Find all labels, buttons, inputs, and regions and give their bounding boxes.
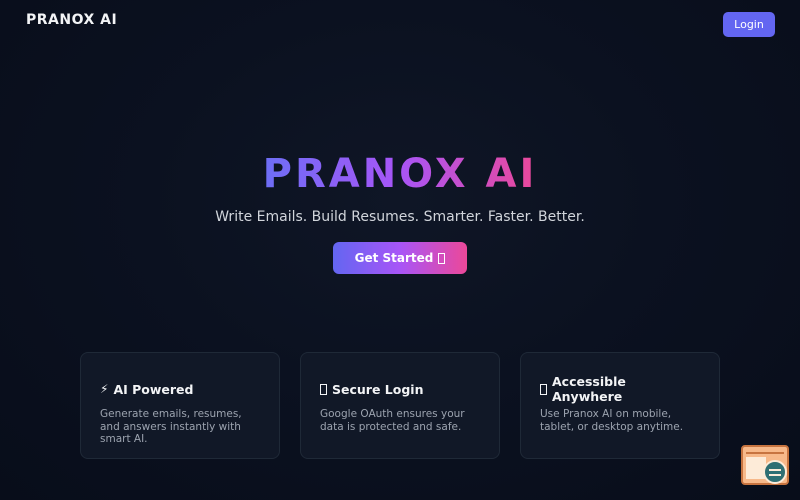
hero-title-text: PRANOX AI xyxy=(262,151,538,197)
get-started-label: Get Started xyxy=(354,251,434,265)
login-button[interactable]: Login xyxy=(723,12,775,37)
arrow-icon xyxy=(438,252,446,264)
globe-icon xyxy=(540,383,547,395)
hero-title: PRANOX AI xyxy=(0,150,800,198)
hero-tagline: Write Emails. Build Resumes. Smarter. Fa… xyxy=(215,209,585,225)
feature-card-secure-login: Secure Login Google OAuth ensures your d… xyxy=(300,352,500,459)
feature-title-text: Accessible Anywhere xyxy=(551,374,626,404)
feature-title-text: AI Powered xyxy=(113,381,194,397)
feature-title: ⚡ AI Powered xyxy=(100,380,260,398)
feature-title: Secure Login xyxy=(320,380,480,398)
feature-card-accessible-anywhere: Accessible Anywhere Use Pranox AI on mob… xyxy=(520,352,720,459)
lock-icon xyxy=(320,383,327,395)
brand-logo[interactable]: PRANOX AI xyxy=(26,12,117,28)
lightning-icon: ⚡ xyxy=(100,382,109,396)
feature-card-ai-powered: ⚡ AI Powered Generate emails, resumes, a… xyxy=(80,352,280,459)
feature-title: Accessible Anywhere xyxy=(540,374,700,404)
code-inspector-icon[interactable] xyxy=(741,445,789,485)
get-started-button[interactable]: Get Started xyxy=(333,242,467,274)
feature-description: Use Pranox AI on mobile, tablet, or desk… xyxy=(540,408,684,433)
magnifier-icon xyxy=(763,460,787,484)
feature-title-text: Secure Login xyxy=(332,381,424,397)
widget-bar xyxy=(746,452,784,454)
feature-description: Google OAuth ensures your data is protec… xyxy=(320,408,465,433)
feature-description: Generate emails, resumes, and answers in… xyxy=(100,408,242,445)
